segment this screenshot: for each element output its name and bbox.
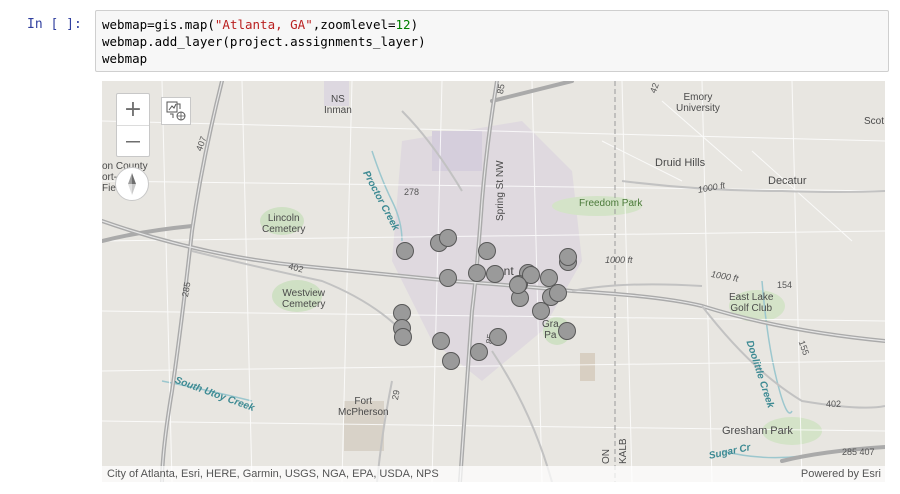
cell-prompt: In [ ]: bbox=[27, 17, 82, 32]
compass-button[interactable] bbox=[115, 167, 149, 201]
code-line-3: webmap bbox=[102, 51, 148, 66]
label-emory-university: Emory University bbox=[676, 92, 720, 114]
assignment-marker[interactable] bbox=[489, 328, 507, 346]
label-decatur: Decatur bbox=[768, 175, 807, 187]
assignment-marker[interactable] bbox=[468, 264, 486, 282]
layers-icon bbox=[166, 101, 186, 121]
label-vertical-on: ON bbox=[601, 449, 612, 464]
compass-icon bbox=[128, 173, 136, 195]
assignment-marker[interactable] bbox=[559, 248, 577, 266]
assignment-marker[interactable] bbox=[470, 343, 488, 361]
powered-by-esri-link[interactable]: Powered by Esri bbox=[801, 468, 881, 480]
assignment-marker[interactable] bbox=[509, 276, 527, 294]
label-vertical-kalb: KALB bbox=[618, 438, 629, 464]
shield-278: 278 bbox=[404, 187, 420, 197]
code-cell[interactable]: webmap=gis.map("Atlanta, GA",zoomlevel=1… bbox=[95, 10, 889, 72]
assignment-marker[interactable] bbox=[442, 352, 460, 370]
shield-85: 85 bbox=[495, 83, 507, 95]
shield-285-407: 285 407 bbox=[842, 447, 875, 457]
zoom-in-button[interactable]: + bbox=[117, 94, 149, 126]
layer-list-button[interactable] bbox=[161, 97, 191, 125]
assignment-marker[interactable] bbox=[558, 322, 576, 340]
zoom-out-button[interactable] bbox=[117, 126, 149, 157]
attribution-bar: City of Atlanta, Esri, HERE, Garmin, USG… bbox=[102, 466, 885, 482]
shield-402-east: 402 bbox=[826, 399, 842, 409]
assignment-marker[interactable] bbox=[439, 229, 457, 247]
shield-29: 29 bbox=[390, 389, 402, 401]
label-spring-st: Spring St NW bbox=[495, 160, 506, 221]
zoom-controls: + bbox=[116, 93, 150, 157]
label-east-lake-golf-club: East Lake Golf Club bbox=[729, 292, 774, 314]
map-widget[interactable]: NS Inman Emory University Scot Druid Hills… bbox=[102, 81, 885, 482]
label-scott: Scot bbox=[864, 116, 885, 127]
shield-154: 154 bbox=[777, 280, 793, 290]
label-lincoln-cemetery: Lincoln Cemetery bbox=[262, 213, 306, 235]
label-grant-park: Gra Pa bbox=[542, 319, 559, 341]
label-gresham-park: Gresham Park bbox=[722, 425, 793, 437]
label-druid-hills: Druid Hills bbox=[655, 157, 706, 169]
code-line-2: webmap.add_layer(project.assignments_lay… bbox=[102, 34, 426, 49]
minus-icon bbox=[126, 140, 140, 142]
assignment-marker[interactable] bbox=[486, 265, 504, 283]
code-line-1: webmap=gis.map("Atlanta, GA",zoomlevel=1… bbox=[102, 17, 419, 32]
assignment-marker[interactable] bbox=[549, 284, 567, 302]
label-westview-cemetery: Westview Cemetery bbox=[282, 288, 326, 310]
assignment-marker[interactable] bbox=[394, 328, 412, 346]
assignment-marker[interactable] bbox=[432, 332, 450, 350]
assignment-marker[interactable] bbox=[396, 242, 414, 260]
assignment-marker[interactable] bbox=[532, 302, 550, 320]
attribution-text: City of Atlanta, Esri, HERE, Garmin, USG… bbox=[107, 468, 439, 480]
label-ns-inman: NS Inman bbox=[324, 94, 352, 116]
assignment-marker[interactable] bbox=[439, 269, 457, 287]
label-fort-mcpherson: Fort McPherson bbox=[338, 396, 389, 418]
label-elevation-1: 1000 ft bbox=[605, 255, 633, 265]
label-freedom-park: Freedom Park bbox=[579, 198, 643, 209]
assignment-marker[interactable] bbox=[478, 242, 496, 260]
